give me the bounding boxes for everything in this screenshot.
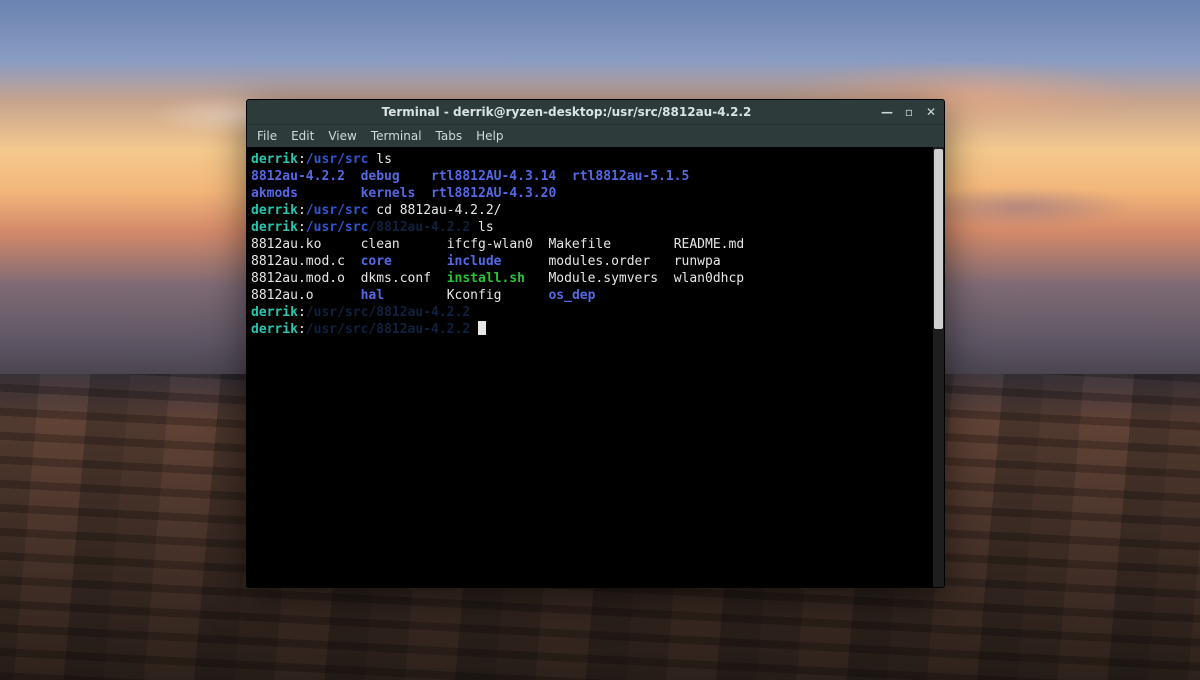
list-item: core — [361, 254, 392, 269]
prompt-user: derrik — [251, 220, 298, 235]
menu-edit[interactable]: Edit — [291, 129, 314, 143]
menu-terminal[interactable]: Terminal — [371, 129, 422, 143]
scrollbar-thumb[interactable] — [934, 149, 943, 329]
list-item: clean — [361, 237, 400, 252]
terminal-scrollbar[interactable] — [933, 147, 944, 587]
prompt-sep: : — [298, 305, 306, 320]
prompt-user: derrik — [251, 305, 298, 320]
window-maximize-button[interactable]: ▫ — [902, 105, 916, 119]
list-item: Module.symvers — [548, 271, 658, 286]
prompt-path: /usr/src/8812au-4.2.2 — [306, 305, 470, 320]
list-item: 8812au.ko — [251, 237, 321, 252]
terminal-cursor — [478, 321, 486, 335]
prompt-user: derrik — [251, 322, 298, 337]
list-item: ifcfg-wlan0 — [447, 237, 533, 252]
prompt-path: /usr/src — [306, 220, 369, 235]
list-item: runwpa — [674, 254, 721, 269]
list-item: include — [447, 254, 502, 269]
list-item: install.sh — [447, 271, 525, 286]
menu-view[interactable]: View — [328, 129, 356, 143]
window-titlebar[interactable]: Terminal - derrik@ryzen-desktop:/usr/src… — [247, 100, 944, 124]
menu-tabs[interactable]: Tabs — [436, 129, 463, 143]
prompt-path: /usr/src — [306, 152, 369, 167]
list-item: README.md — [674, 237, 744, 252]
prompt-sep: : — [298, 322, 306, 337]
window-minimize-button[interactable]: — — [880, 105, 894, 119]
list-item: dkms.conf — [361, 271, 431, 286]
list-item: 8812au-4.2.2 debug rtl8812AU-4.3.14 rtl8… — [251, 169, 689, 184]
window-close-button[interactable]: ✕ — [924, 105, 938, 119]
list-item: 8812au.o — [251, 288, 314, 303]
terminal-window: Terminal - derrik@ryzen-desktop:/usr/src… — [246, 99, 945, 588]
list-item: wlan0dhcp — [674, 271, 744, 286]
list-item: modules.order — [548, 254, 650, 269]
list-item: Kconfig — [447, 288, 502, 303]
cmd-text: ls — [478, 220, 494, 235]
menu-help[interactable]: Help — [476, 129, 503, 143]
prompt-user: derrik — [251, 203, 298, 218]
list-item: 8812au.mod.c — [251, 254, 345, 269]
list-item: hal — [361, 288, 384, 303]
prompt-path: /usr/src/8812au-4.2.2 — [306, 322, 470, 337]
list-item: akmods kernels rtl8812AU-4.3.20 — [251, 186, 556, 201]
list-item: 8812au.mod.o — [251, 271, 345, 286]
menu-bar: File Edit View Terminal Tabs Help — [247, 124, 944, 147]
list-item: Makefile — [548, 237, 611, 252]
prompt-user: derrik — [251, 152, 298, 167]
prompt-sep: : — [298, 220, 306, 235]
terminal-output[interactable]: derrik:/usr/src ls 8812au-4.2.2 debug rt… — [247, 147, 933, 587]
cmd-text: ls — [376, 152, 392, 167]
prompt-path: /usr/src — [306, 203, 369, 218]
prompt-sep: : — [298, 203, 306, 218]
prompt-path-tail: /8812au-4.2.2 — [368, 220, 470, 235]
list-item: os_dep — [548, 288, 595, 303]
cmd-text: cd 8812au-4.2.2/ — [376, 203, 501, 218]
prompt-sep: : — [298, 152, 306, 167]
menu-file[interactable]: File — [257, 129, 277, 143]
window-title: Terminal - derrik@ryzen-desktop:/usr/src… — [253, 105, 880, 119]
